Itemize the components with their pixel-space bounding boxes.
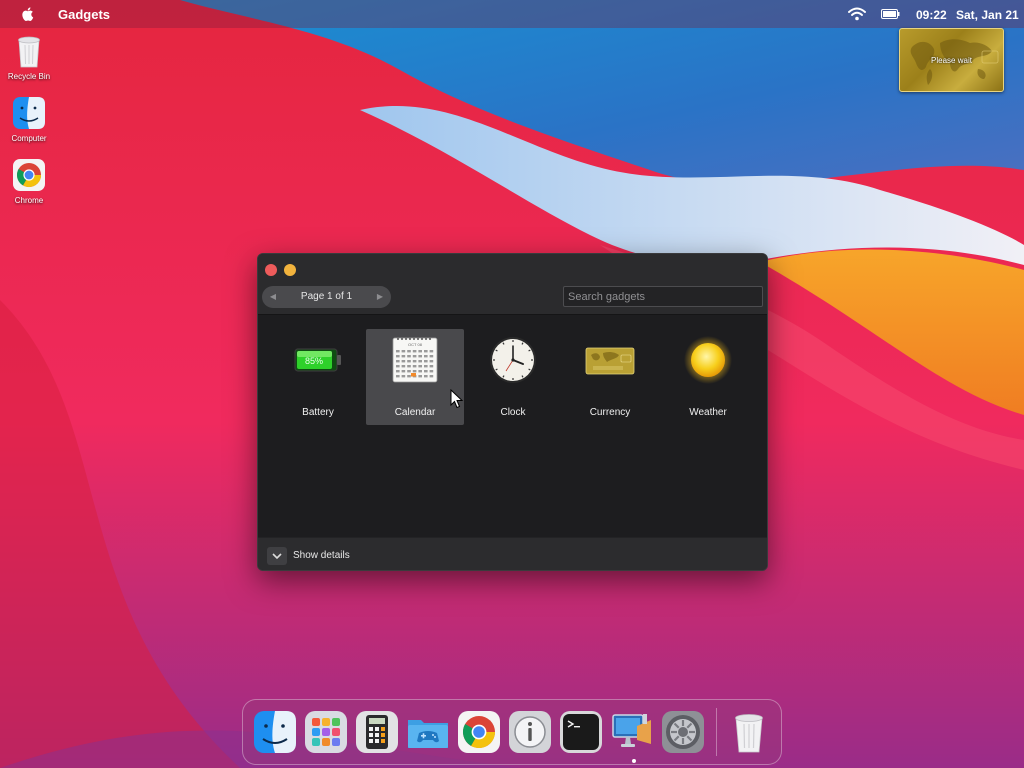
- calculator-icon[interactable]: [355, 710, 399, 754]
- currency-desktop-widget[interactable]: Please wait: [899, 28, 1004, 92]
- desktop-icon-label: Chrome: [14, 196, 44, 205]
- currency-gadget-icon: [585, 347, 635, 375]
- desktop-icon-computer[interactable]: Computer: [0, 96, 58, 143]
- mouse-cursor-icon: [450, 389, 464, 409]
- dock-separator: [716, 708, 717, 756]
- system-preferences-icon[interactable]: [661, 710, 705, 754]
- finder-icon: [13, 97, 45, 129]
- widget-status-text: Please wait: [931, 56, 972, 65]
- gadget-currency[interactable]: Currency: [561, 329, 659, 425]
- active-app-title[interactable]: Gadgets: [58, 7, 110, 22]
- desktop-icon-chrome[interactable]: Chrome: [0, 158, 58, 205]
- show-details-label[interactable]: Show details: [293, 550, 350, 561]
- gadget-battery[interactable]: 85% Battery: [269, 329, 367, 425]
- gadget-clock[interactable]: Clock: [464, 329, 562, 425]
- weather-gadget-icon: [684, 336, 732, 384]
- calendar-header-text: OCT 08: [408, 342, 423, 347]
- page-navigator: ◀ Page 1 of 1 ▶: [262, 286, 391, 308]
- gadget-name: Currency: [589, 407, 631, 418]
- desktop-icon-label: Recycle Bin: [7, 72, 51, 81]
- menubar-date[interactable]: Sat, Jan 21: [956, 8, 1019, 22]
- trash-icon[interactable]: [727, 710, 771, 754]
- window-toolbar: ◀ Page 1 of 1 ▶: [258, 254, 767, 315]
- menubar-clock[interactable]: 09:22: [916, 8, 947, 22]
- gadget-name: Clock: [500, 407, 526, 418]
- info-icon[interactable]: [508, 710, 552, 754]
- battery-gadget-icon: 85%: [294, 348, 341, 372]
- gadget-name: Weather: [689, 407, 727, 418]
- show-details-toggle[interactable]: [267, 547, 287, 565]
- minimize-button[interactable]: [284, 264, 296, 276]
- clock-gadget-icon: [490, 337, 536, 383]
- close-button[interactable]: [265, 264, 277, 276]
- menu-bar: Gadgets 09:22 Sat, Jan 21: [0, 0, 1024, 28]
- gadget-name: Battery: [302, 407, 334, 418]
- window-footer: Show details: [258, 537, 767, 570]
- apple-menu-icon[interactable]: [20, 6, 36, 22]
- next-page-icon[interactable]: ▶: [371, 286, 389, 308]
- launchpad-icon[interactable]: [304, 710, 348, 754]
- calendar-gadget-icon: OCT 08: [392, 337, 438, 383]
- finder-icon[interactable]: [253, 710, 297, 754]
- page-indicator: Page 1 of 1: [300, 291, 353, 302]
- games-folder-icon[interactable]: [406, 710, 450, 754]
- screen-sharing-icon[interactable]: [610, 710, 654, 754]
- chrome-icon[interactable]: [457, 710, 501, 754]
- gadget-weather[interactable]: Weather: [659, 329, 757, 425]
- recycle-bin-icon: [18, 36, 40, 68]
- battery-status-icon[interactable]: [881, 9, 900, 19]
- running-indicator: [632, 759, 636, 763]
- chevron-down-icon: [272, 553, 282, 560]
- search-gadgets-input[interactable]: [563, 286, 763, 307]
- gadget-calendar[interactable]: OCT 08 Calendar: [366, 329, 464, 425]
- chrome-icon: [13, 159, 45, 191]
- desktop-icon-recycle-bin[interactable]: Recycle Bin: [0, 34, 58, 81]
- terminal-icon[interactable]: [559, 710, 603, 754]
- dock: [242, 699, 782, 765]
- wifi-icon[interactable]: [848, 7, 866, 21]
- battery-percent-text: 85%: [305, 356, 323, 366]
- gadgets-window: ◀ Page 1 of 1 ▶ 85% Battery OCT 08: [257, 253, 768, 571]
- desktop-icon-label: Computer: [11, 134, 47, 143]
